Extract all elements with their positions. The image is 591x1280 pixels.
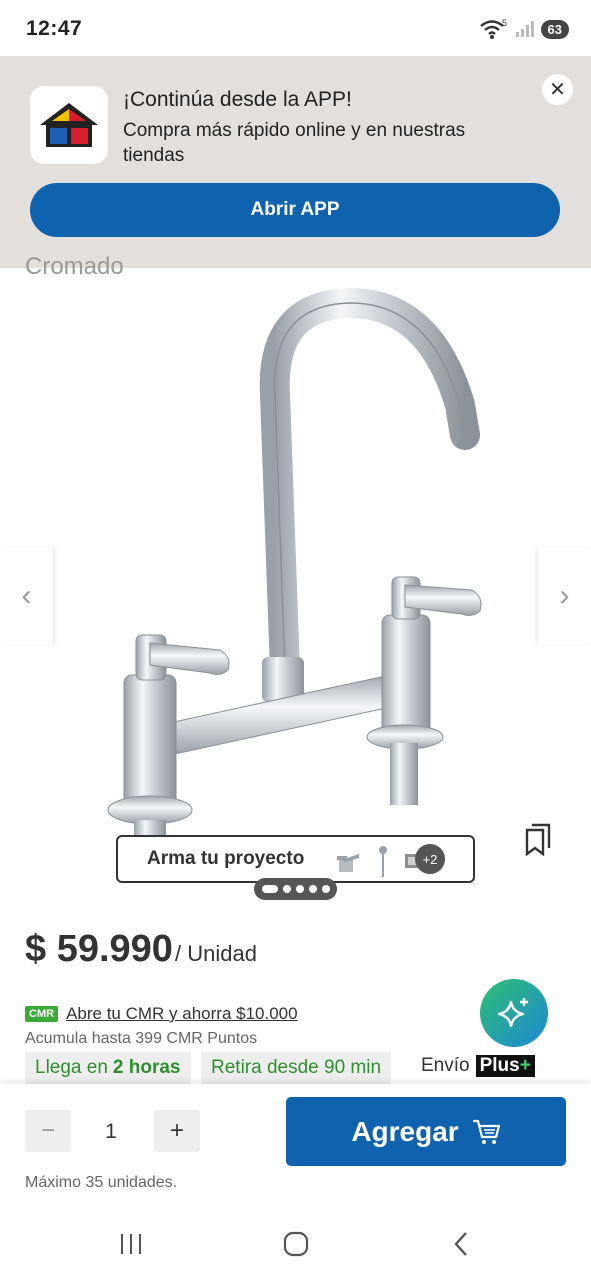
cart-icon (472, 1119, 500, 1144)
app-logo (30, 86, 108, 164)
banner-title: ¡Continúa desde la APP! (123, 88, 352, 111)
back-icon (454, 1232, 467, 1256)
plus-badge: Plus+ (475, 1055, 535, 1077)
faucet-thumbnail-icon (337, 854, 359, 872)
image-prev-button[interactable]: ‹ (0, 548, 54, 644)
open-app-button[interactable]: Abrir APP (30, 183, 560, 237)
battery-indicator: 63 (540, 19, 569, 39)
shipping-plus: Envío Plus+ (421, 1055, 535, 1077)
wifi-icon: 5 (479, 18, 507, 39)
close-icon: ✕ (549, 79, 566, 101)
banner-subtitle: Compra más rápido online y en nuestras t… (123, 120, 466, 166)
add-to-cart-bar: − 1 + Máximo 35 unidades. Agregar (0, 1084, 591, 1209)
image-next-button[interactable]: › (537, 548, 591, 644)
pagination-dot[interactable] (321, 885, 330, 893)
quantity-value[interactable]: 1 (96, 1120, 126, 1144)
chevron-left-icon: ‹ (21, 579, 32, 612)
plus-badge-text: Plus (479, 1055, 520, 1076)
project-thumbnails (333, 845, 425, 877)
max-units-note: Máximo 35 unidades. (25, 1174, 178, 1191)
plus-badge-sign: + (519, 1055, 531, 1076)
build-project-label: Arma tu proyecto (147, 848, 305, 869)
wifi-label: 5 (502, 18, 507, 28)
cmr-badge: CMR (25, 1006, 59, 1022)
cmr-offer: CMR Abre tu CMR y ahorra $10.000 (25, 1004, 298, 1024)
pickup-chip: Retira desde 90 min (201, 1052, 392, 1084)
pagination-dot[interactable] (308, 885, 317, 893)
recent-apps-button[interactable] (118, 1229, 144, 1259)
house-logo-icon (40, 103, 98, 147)
ai-assistant-button[interactable] (480, 979, 548, 1047)
sparkle-icon (497, 998, 528, 1028)
product-title-partial: Cromado (25, 253, 124, 276)
add-to-cart-label: Agregar (351, 1115, 459, 1147)
delivery-chip: Llega en 2 horas (25, 1052, 191, 1084)
home-button[interactable] (282, 1229, 310, 1259)
add-to-cart-button[interactable]: Agregar (286, 1097, 566, 1166)
decrease-quantity-button[interactable]: − (25, 1110, 71, 1152)
save-list-icon[interactable] (521, 822, 553, 856)
cmr-offer-link[interactable]: Abre tu CMR y ahorra $10.000 (66, 1004, 298, 1024)
image-pagination (254, 878, 337, 900)
system-navigation-bar (0, 1209, 591, 1280)
back-button[interactable] (450, 1229, 472, 1259)
status-time: 12:47 (26, 17, 83, 40)
more-items-badge: +2 (415, 844, 445, 874)
chevron-right-icon: › (559, 579, 570, 612)
shower-thumbnail-icon (379, 846, 387, 877)
pagination-dot[interactable] (261, 885, 278, 893)
delivery-chip-prefix: Llega en (35, 1057, 108, 1078)
product-price: $ 59.990 (25, 928, 173, 970)
pagination-dot[interactable] (295, 885, 304, 893)
product-image[interactable] (60, 285, 530, 895)
home-icon (283, 1231, 309, 1257)
cmr-points: Acumula hasta 399 CMR Puntos (25, 1030, 258, 1047)
delivery-chip-time: 2 horas (112, 1057, 181, 1078)
increase-quantity-button[interactable]: + (154, 1110, 200, 1152)
pagination-dot[interactable] (282, 885, 291, 893)
open-app-banner: ¡Continúa desde la APP! Compra más rápid… (0, 56, 591, 268)
status-bar: 12:47 5 63 (0, 0, 591, 56)
price-unit: / Unidad (175, 941, 257, 966)
recent-apps-icon (121, 1234, 141, 1254)
build-project-button[interactable]: Arma tu proyecto +2 (116, 835, 475, 883)
shipping-label: Envío (421, 1055, 470, 1076)
close-banner-button[interactable]: ✕ (542, 74, 573, 105)
signal-icon (515, 21, 534, 37)
status-icons: 5 63 (479, 18, 569, 40)
